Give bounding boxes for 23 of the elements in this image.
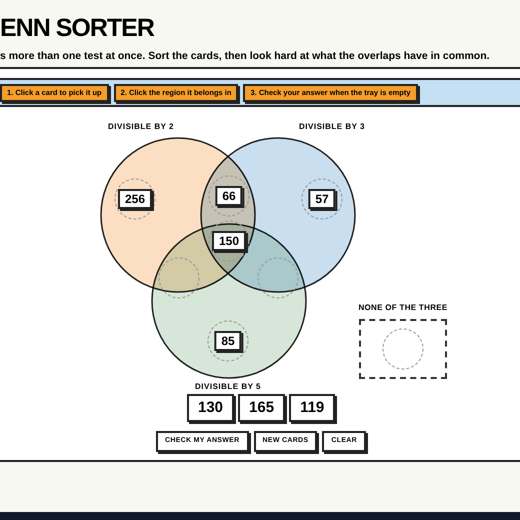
- none-drop-zone[interactable]: [359, 319, 447, 379]
- drop-slot[interactable]: [208, 220, 250, 262]
- tray-card[interactable]: 119: [289, 394, 336, 422]
- zone-label: NONE OF THE THREE: [358, 302, 448, 314]
- number-card[interactable]: 85: [214, 331, 242, 351]
- drop-slot[interactable]: [158, 258, 200, 298]
- drop-slot[interactable]: [208, 320, 248, 362]
- number-card[interactable]: 66: [215, 186, 243, 206]
- set-label: DIVISIBLE BY 3: [299, 121, 365, 133]
- number-card[interactable]: 256: [118, 189, 152, 209]
- drop-slot[interactable]: [302, 178, 342, 220]
- page-title: ENN SORTER: [0, 13, 154, 44]
- page-subtitle: s more than one test at once. Sort the cards, then look hard at what the overlaps have in common.: [0, 49, 490, 64]
- drop-slot[interactable]: [114, 178, 156, 220]
- set-label: DIVISIBLE BY 5: [195, 381, 261, 393]
- set-label: DIVISIBLE BY 2: [108, 121, 174, 133]
- drop-slot[interactable]: [208, 176, 250, 216]
- tray-card[interactable]: 165: [238, 394, 286, 422]
- number-card[interactable]: 57: [308, 189, 336, 209]
- drop-slot[interactable]: [258, 258, 298, 298]
- tray-card[interactable]: 130: [187, 394, 234, 422]
- number-card[interactable]: 150: [212, 231, 246, 251]
- set-circle[interactable]: [151, 223, 307, 379]
